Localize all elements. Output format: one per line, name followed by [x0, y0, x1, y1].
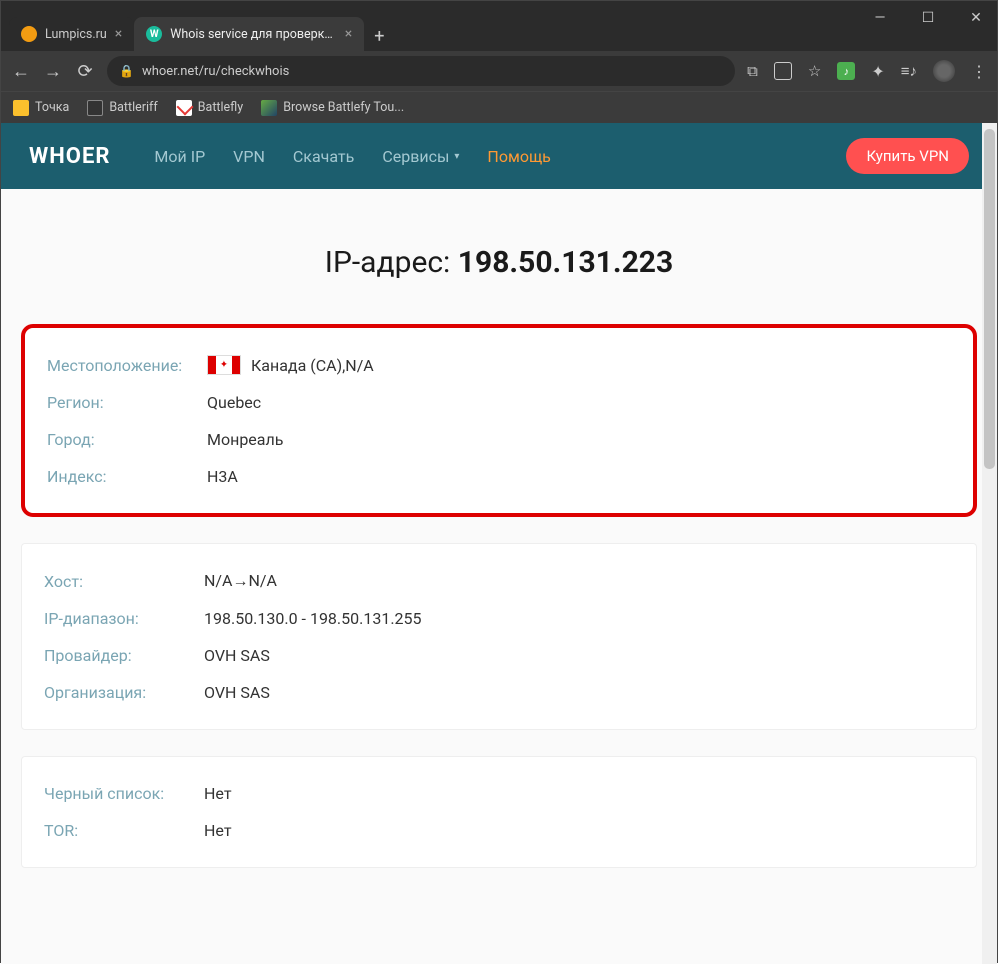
page-viewport: WHOER Мой IP VPN Скачать Сервисы ▾ Помощ…	[1, 123, 997, 964]
reading-list-icon[interactable]: ≡♪	[901, 62, 917, 80]
chevron-down-icon: ▾	[454, 151, 459, 162]
cast-icon[interactable]: ⧉	[747, 62, 758, 80]
site-nav: Мой IP VPN Скачать Сервисы ▾ Помощь	[154, 147, 550, 166]
url-text: whoer.net/ru/checkwhois	[142, 64, 723, 79]
extensions-icon[interactable]: ✦	[871, 62, 884, 81]
scrollbar-thumb[interactable]	[984, 129, 995, 469]
row-city: Город: Монреаль	[47, 421, 951, 458]
favicon-icon: W	[146, 26, 162, 42]
buy-vpn-button[interactable]: Купить VPN	[846, 138, 969, 174]
blacklist-panel: Черный список: Нет TOR: Нет	[21, 756, 977, 868]
ip-address: 198.50.131.223	[458, 245, 673, 280]
new-tab-button[interactable]: +	[364, 22, 394, 51]
reload-button[interactable]: ⟳	[75, 61, 95, 82]
row-organization: Организация: OVH SAS	[44, 674, 954, 711]
bookmark-battlefly[interactable]: Battlefly	[176, 100, 243, 116]
extension-icon[interactable]	[774, 62, 792, 80]
back-button[interactable]: ←	[11, 61, 31, 82]
forward-button[interactable]: →	[43, 61, 63, 82]
lock-icon: 🔒	[119, 64, 134, 78]
location-panel: Местоположение: ✦ Канада (CA),N/A Регион…	[21, 324, 977, 517]
site-header: WHOER Мой IP VPN Скачать Сервисы ▾ Помощ…	[1, 123, 997, 189]
profile-avatar[interactable]	[933, 60, 955, 82]
close-window-button[interactable]: ✕	[964, 10, 988, 26]
row-index: Индекс: H3A	[47, 458, 951, 495]
bookmark-battleriff[interactable]: Battleriff	[87, 100, 157, 116]
host-panel: Хост: N/A→N/A IP-диапазон: 198.50.130.0 …	[21, 543, 977, 730]
nav-help[interactable]: Помощь	[487, 147, 550, 166]
row-tor: TOR: Нет	[44, 812, 954, 849]
nav-my-ip[interactable]: Мой IP	[154, 147, 205, 166]
close-tab-icon[interactable]: ×	[115, 26, 122, 42]
bookmarks-bar: Точка Battleriff Battlefly Browse Battle…	[1, 91, 997, 123]
star-icon[interactable]: ☆	[808, 62, 821, 80]
row-blacklist: Черный список: Нет	[44, 775, 954, 812]
row-host: Хост: N/A→N/A	[44, 562, 954, 600]
close-tab-icon[interactable]: ×	[345, 26, 352, 42]
favicon-icon	[21, 26, 37, 42]
browser-toolbar: ← → ⟳ 🔒 whoer.net/ru/checkwhois ⧉ ☆ ♪ ✦ …	[1, 51, 997, 91]
maximize-button[interactable]: ☐	[916, 10, 940, 26]
nav-vpn[interactable]: VPN	[233, 147, 265, 166]
canada-flag-icon: ✦	[207, 355, 241, 375]
row-region: Регион: Quebec	[47, 384, 951, 421]
tab-title: Lumpics.ru	[45, 27, 107, 42]
bookmark-icon	[176, 100, 192, 116]
tab-whois[interactable]: W Whois service для проверки дом ×	[134, 17, 364, 51]
window-controls: — ☐ ✕	[868, 10, 988, 26]
bookmark-icon	[13, 100, 29, 116]
nav-services[interactable]: Сервисы ▾	[382, 147, 459, 166]
menu-button[interactable]: ⋮	[971, 62, 987, 81]
row-provider: Провайдер: OVH SAS	[44, 637, 954, 674]
music-extension-icon[interactable]: ♪	[837, 62, 855, 80]
minimize-button[interactable]: —	[868, 10, 892, 26]
bookmark-icon	[261, 100, 277, 116]
scrollbar-track[interactable]	[982, 123, 997, 964]
tab-lumpics[interactable]: Lumpics.ru ×	[9, 17, 134, 51]
bookmark-tochka[interactable]: Точка	[13, 100, 69, 116]
bookmark-battlefy[interactable]: Browse Battlefy Tou...	[261, 100, 404, 116]
page-title: IP-адрес: 198.50.131.223	[21, 245, 977, 280]
row-location: Местоположение: ✦ Канада (CA),N/A	[47, 346, 951, 384]
tab-strip: Lumpics.ru × W Whois service для проверк…	[1, 11, 997, 51]
site-logo[interactable]: WHOER	[29, 144, 110, 169]
row-ip-range: IP-диапазон: 198.50.130.0 - 198.50.131.2…	[44, 600, 954, 637]
address-bar[interactable]: 🔒 whoer.net/ru/checkwhois	[107, 56, 735, 86]
tab-title: Whois service для проверки дом	[170, 27, 337, 42]
nav-download[interactable]: Скачать	[293, 147, 354, 166]
bookmark-icon	[87, 100, 103, 116]
